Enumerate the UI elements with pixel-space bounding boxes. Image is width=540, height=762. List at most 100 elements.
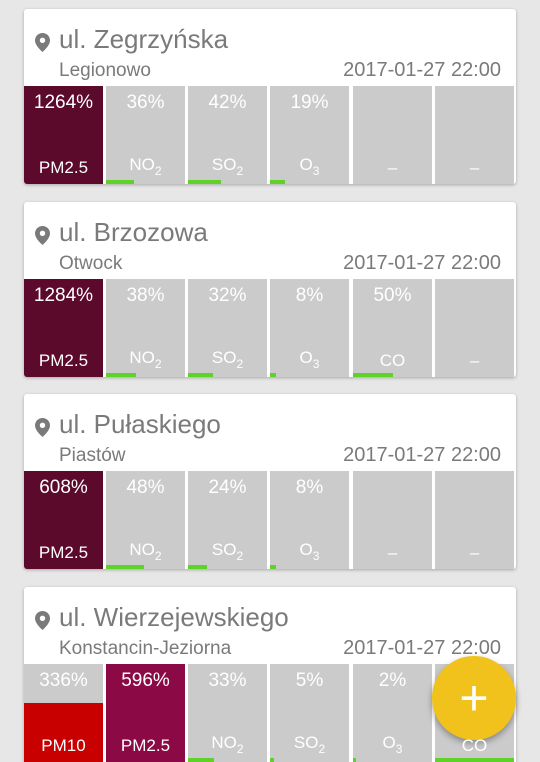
pollutant-name: PM2.5	[24, 158, 103, 178]
pollutant-value: 596%	[121, 670, 170, 691]
pollutant-tile[interactable]: 336% PM10	[24, 664, 103, 762]
pollutant-tile[interactable]: 33% NO2	[188, 664, 267, 762]
pollutant-symbol: –	[469, 158, 480, 177]
pollutant-tile[interactable]: –	[353, 471, 432, 569]
pollutant-value: 336%	[39, 670, 88, 691]
pollutant-name: SO2	[270, 733, 349, 756]
station-city: Otwock	[59, 253, 123, 274]
pollutant-name: SO2	[188, 155, 267, 178]
pollutant-tile[interactable]: 24% SO2	[188, 471, 267, 569]
pollutant-tile[interactable]: 36% NO2	[106, 86, 185, 184]
pollutant-name: NO2	[188, 733, 267, 756]
pollutant-name: PM2.5	[24, 543, 103, 563]
pollutant-tile[interactable]: –	[435, 471, 514, 569]
pollutant-subscript: 2	[154, 357, 162, 371]
pollutant-symbol: NO	[129, 348, 155, 367]
pollutant-subscript: 2	[236, 357, 244, 371]
pollutant-value: 5%	[295, 670, 324, 691]
station-city: Piastów	[59, 445, 126, 466]
level-bar	[188, 180, 222, 184]
pollutant-tile[interactable]: 8% O3	[270, 471, 349, 569]
level-bar	[106, 180, 135, 184]
station-street: ul. Wierzejewskiego	[59, 602, 289, 632]
pollutant-value: 2%	[378, 670, 407, 691]
pollutant-name: O3	[353, 733, 432, 756]
level-bar	[188, 758, 215, 762]
pollutant-tile[interactable]: –	[353, 86, 432, 184]
pollutant-subscript: 2	[154, 549, 162, 563]
pollutant-tile[interactable]: –	[435, 86, 514, 184]
pollutant-subscript: 2	[236, 164, 244, 178]
pollutant-name: O3	[270, 540, 349, 563]
pollutant-value: 48%	[126, 477, 165, 498]
level-bar	[270, 373, 277, 377]
pollutant-value: 1264%	[33, 92, 94, 113]
pollutant-name: SO2	[188, 348, 267, 371]
level-bar	[270, 565, 277, 569]
location-pin-icon	[35, 611, 50, 630]
pollutant-symbol: O	[299, 540, 313, 559]
pollutant-tile[interactable]: 42% SO2	[188, 86, 267, 184]
station-header: ul. Brzozowa Otwock 2017-01-27 22:00	[24, 202, 516, 279]
pollutant-symbol: CO	[461, 736, 488, 755]
add-station-button[interactable]: +	[432, 656, 516, 740]
level-bar	[353, 758, 357, 762]
plus-icon: +	[459, 670, 489, 726]
pollutant-tile[interactable]: 608% PM2.5	[24, 471, 103, 569]
pollutant-tiles: 608% PM2.5 48% NO2 24% SO2 8% O3– –	[24, 471, 516, 569]
pollutant-tile[interactable]: –	[435, 279, 514, 377]
pollutant-name: SO2	[188, 540, 267, 563]
pollutant-tile[interactable]: 596% PM2.5	[106, 664, 185, 762]
station-header: ul. Pułaskiego Piastów 2017-01-27 22:00	[24, 394, 516, 471]
location-pin-icon	[35, 33, 50, 52]
pollutant-tile[interactable]: 5% SO2	[270, 664, 349, 762]
pollutant-tile[interactable]: 19% O3	[270, 86, 349, 184]
pollutant-tile[interactable]: 50% CO	[353, 279, 432, 377]
station-city: Konstancin-Jeziorna	[59, 638, 232, 659]
pollutant-symbol: PM2.5	[38, 543, 89, 562]
pollutant-subscript: 3	[395, 742, 403, 756]
pollutant-tile[interactable]: 1284% PM2.5	[24, 279, 103, 377]
pollutant-tile[interactable]: 1264% PM2.5	[24, 86, 103, 184]
pollutant-subscript: 3	[312, 357, 320, 371]
level-bar	[106, 373, 137, 377]
pollutant-symbol: O	[299, 155, 313, 174]
pollutant-name: O3	[270, 155, 349, 178]
station-header: ul. Wierzejewskiego Konstancin-Jeziorna 20…	[24, 587, 516, 664]
pollutant-symbol: SO	[211, 348, 237, 367]
pollutant-name: PM10	[24, 736, 103, 756]
pollutant-symbol: SO	[211, 540, 237, 559]
station-street: ul. Brzozowa	[59, 217, 208, 247]
station-card[interactable]: ul. Brzozowa Otwock 2017-01-27 22:00 1284% P…	[24, 202, 516, 377]
pollutant-symbol: CO	[379, 351, 406, 370]
pollutant-tile[interactable]: 32% SO2	[188, 279, 267, 377]
pollutant-name: –	[435, 543, 514, 563]
station-card[interactable]: ul. Pułaskiego Piastów 2017-01-27 22:00 608…	[24, 394, 516, 569]
pollutant-value: 42%	[208, 92, 247, 113]
pollutant-subscript: 3	[312, 549, 320, 563]
pollutant-tiles: 1284% PM2.5 38% NO2 32% SO2 8% O3 50% CO –	[24, 279, 516, 377]
level-bar	[106, 565, 144, 569]
pollutant-symbol: PM2.5	[38, 158, 89, 177]
pollutant-name: –	[435, 158, 514, 178]
pollutant-value: 24%	[208, 477, 247, 498]
pollutant-tile[interactable]: 38% NO2	[106, 279, 185, 377]
pollutant-tile[interactable]: 48% NO2	[106, 471, 185, 569]
level-bar	[270, 180, 285, 184]
pollutant-name: PM2.5	[24, 351, 103, 371]
pollutant-tile[interactable]: 8% O3	[270, 279, 349, 377]
pollutant-value: 32%	[208, 285, 247, 306]
pollutant-name: PM2.5	[106, 736, 185, 756]
pollutant-subscript: 2	[236, 742, 244, 756]
pollutant-subscript: 3	[312, 164, 320, 178]
pollutant-tile[interactable]: 2% O3	[353, 664, 432, 762]
pollutant-value: 8%	[295, 285, 324, 306]
pollutant-name: NO2	[106, 348, 185, 371]
station-card[interactable]: ul. Zegrzyńska Legionowo 2017-01-27 22:00 1…	[24, 9, 516, 184]
level-bar	[270, 758, 274, 762]
location-pin-icon	[35, 418, 50, 437]
location-pin-icon	[35, 226, 50, 245]
station-street: ul. Zegrzyńska	[59, 24, 229, 54]
pollutant-name: NO2	[106, 540, 185, 563]
pollutant-name: –	[353, 543, 432, 563]
